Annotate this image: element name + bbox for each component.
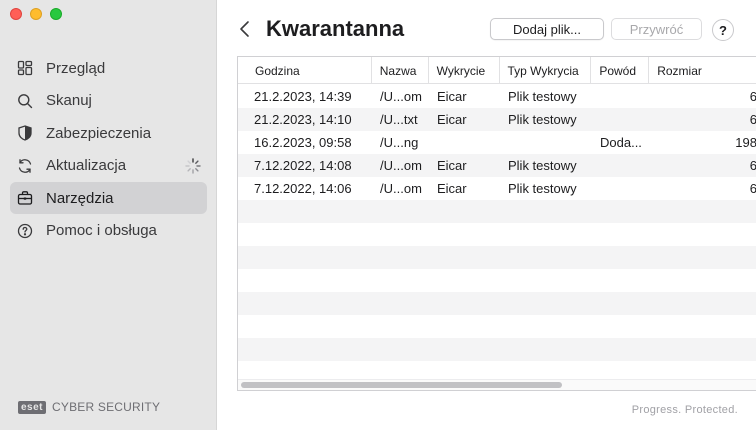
cell-detection: Eicar <box>437 112 467 127</box>
sidebar-item-label: Przegląd <box>46 59 106 77</box>
cell-size: 6 <box>650 158 756 173</box>
cell-size: 198 <box>735 135 756 150</box>
cell-name: /U...om <box>380 158 422 173</box>
table-body: 21.2.2023, 14:39 /U...om Eicar Plik test… <box>238 85 756 384</box>
empty-row <box>238 315 756 338</box>
column-header-reason[interactable]: Powód <box>591 57 650 84</box>
cell-time: 7.12.2022, 14:06 <box>254 181 352 196</box>
horizontal-scrollbar[interactable] <box>238 379 756 390</box>
quarantine-table: Godzina Nazwa Wykrycie Typ Wykrycia Powó… <box>237 56 756 391</box>
cell-reason: Doda... <box>600 135 642 150</box>
cell-type: Plik testowy <box>508 112 577 127</box>
cell-size: 6 <box>650 112 756 127</box>
close-window-button[interactable] <box>10 8 22 20</box>
cell-detection: Eicar <box>437 158 467 173</box>
empty-row <box>238 269 756 292</box>
scrollbar-thumb[interactable] <box>241 382 562 388</box>
cell-time: 21.2.2023, 14:39 <box>254 89 352 104</box>
sidebar-item-label: Aktualizacja <box>46 157 127 174</box>
help-button[interactable]: ? <box>712 19 734 41</box>
cell-name: /U...ng <box>380 135 419 150</box>
empty-row <box>238 200 756 223</box>
main-content: Kwarantanna Dodaj plik... Przywróć ? God… <box>218 0 756 430</box>
table-row[interactable]: 7.12.2022, 14:08 /U...om Eicar Plik test… <box>238 154 756 177</box>
table-row[interactable]: 7.12.2022, 14:06 /U...om Eicar Plik test… <box>238 177 756 200</box>
cell-time: 16.2.2023, 09:58 <box>254 135 352 150</box>
tagline: Progress. Protected. <box>631 404 738 416</box>
table-row[interactable]: 21.2.2023, 14:10 /U...txt Eicar Plik tes… <box>238 108 756 131</box>
page-title: Kwarantanna <box>266 16 405 41</box>
empty-row <box>238 246 756 269</box>
table-row[interactable]: 21.2.2023, 14:39 /U...om Eicar Plik test… <box>238 85 756 108</box>
cell-type: Plik testowy <box>508 158 577 173</box>
cell-time: 7.12.2022, 14:08 <box>254 158 352 173</box>
sidebar-nav: Przegląd Skanuj Zabezpieczenia Aktualiza… <box>10 52 207 247</box>
eset-logo: eset <box>18 400 47 414</box>
cell-name: /U...om <box>380 89 422 104</box>
brand: eset CYBER SECURITY <box>18 400 160 414</box>
brand-text: CYBER SECURITY <box>52 400 161 414</box>
sidebar-item-scan[interactable]: Skanuj <box>10 85 207 117</box>
empty-row <box>238 338 756 361</box>
cell-type: Plik testowy <box>508 89 577 104</box>
cell-name: /U...om <box>380 181 422 196</box>
empty-row <box>238 292 756 315</box>
sidebar-item-label: Pomoc i obsługa <box>46 222 157 239</box>
sidebar: Przegląd Skanuj Zabezpieczenia Aktualiza… <box>0 0 217 430</box>
column-header-detection[interactable]: Wykrycie <box>429 57 500 84</box>
column-header-detection-type[interactable]: Typ Wykrycia <box>500 57 592 84</box>
toolbox-icon <box>16 189 34 207</box>
table-row[interactable]: 16.2.2023, 09:58 /U...ng Doda... 198 <box>238 131 756 154</box>
sidebar-item-label: Narzędzia <box>46 189 114 207</box>
sidebar-item-update[interactable]: Aktualizacja <box>10 150 207 182</box>
search-icon <box>16 92 34 110</box>
help-icon <box>16 222 34 240</box>
cell-detection: Eicar <box>437 89 467 104</box>
loading-spinner-icon <box>185 157 201 174</box>
cell-size: 6 <box>650 181 756 196</box>
table-header: Godzina Nazwa Wykrycie Typ Wykrycia Powó… <box>238 57 756 84</box>
column-header-time[interactable]: Godzina <box>238 57 372 84</box>
window-controls <box>10 8 62 20</box>
restore-button[interactable]: Przywróć <box>611 18 702 40</box>
cell-type: Plik testowy <box>508 181 577 196</box>
empty-row <box>238 223 756 246</box>
sidebar-item-tools[interactable]: Narzędzia <box>10 182 207 214</box>
back-button[interactable] <box>238 19 252 39</box>
cell-detection: Eicar <box>437 181 467 196</box>
shield-icon <box>16 124 34 142</box>
chevron-left-icon <box>240 21 249 37</box>
app-window: Przegląd Skanuj Zabezpieczenia Aktualiza… <box>0 0 756 430</box>
refresh-icon <box>16 157 34 175</box>
column-header-size[interactable]: Rozmiar <box>649 57 756 84</box>
dashboard-icon <box>16 59 34 77</box>
add-file-button[interactable]: Dodaj plik... <box>490 18 604 40</box>
zoom-window-button[interactable] <box>50 8 62 20</box>
sidebar-item-overview[interactable]: Przegląd <box>10 52 207 84</box>
minimize-window-button[interactable] <box>30 8 42 20</box>
sidebar-item-protection[interactable]: Zabezpieczenia <box>10 117 207 149</box>
cell-size: 6 <box>650 89 756 104</box>
sidebar-item-label: Skanuj <box>46 92 92 109</box>
cell-time: 21.2.2023, 14:10 <box>254 112 352 127</box>
column-header-name[interactable]: Nazwa <box>372 57 429 84</box>
sidebar-item-help[interactable]: Pomoc i obsługa <box>10 215 207 247</box>
cell-name: /U...txt <box>380 112 418 127</box>
sidebar-item-label: Zabezpieczenia <box>46 124 152 142</box>
